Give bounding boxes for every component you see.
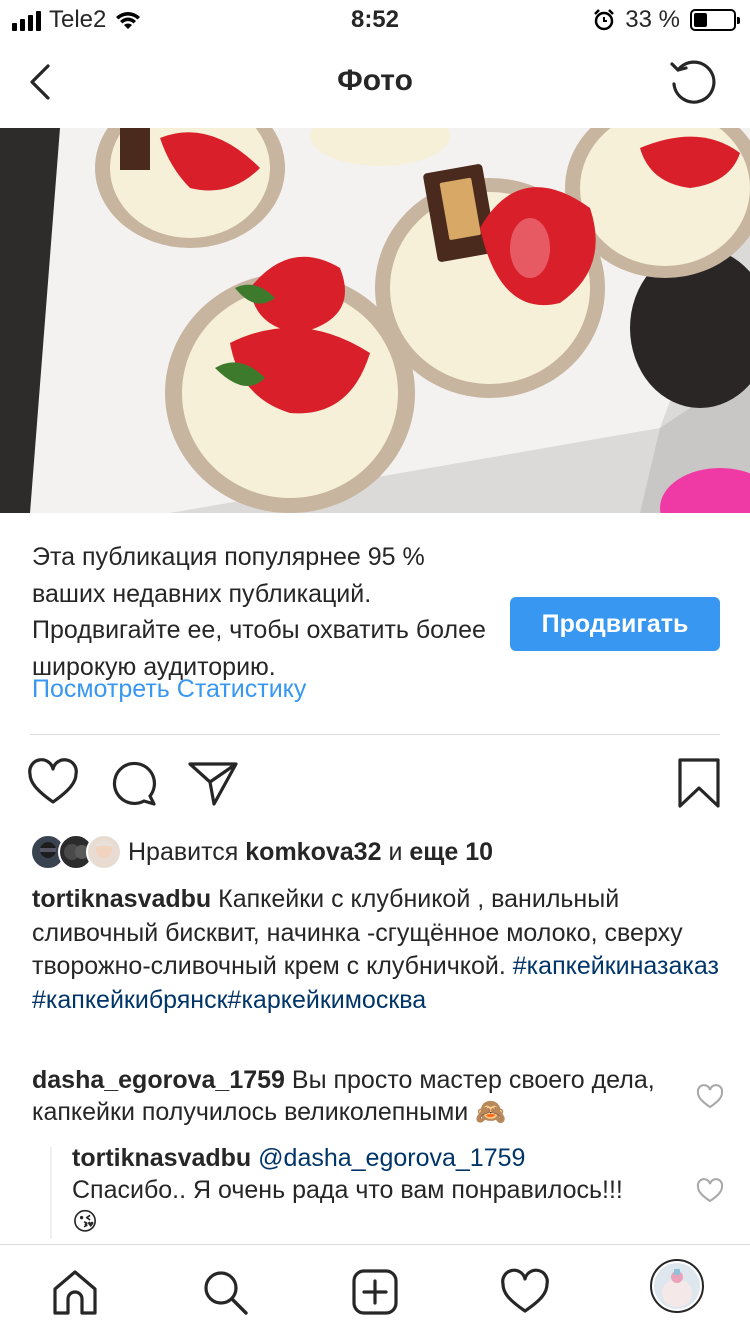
status-right: 33 %: [593, 6, 740, 34]
comment-username[interactable]: dasha_egorova_1759: [32, 1066, 285, 1094]
reply-text: Спасибо.. Я очень рада что вам понравило…: [72, 1176, 623, 1236]
divider: [30, 734, 720, 735]
comment-heart-icon[interactable]: [696, 1177, 724, 1205]
avatar: [654, 1263, 700, 1309]
chevron-left-icon[interactable]: [22, 60, 62, 104]
battery-icon: [690, 9, 740, 31]
activity-heart-icon[interactable]: [500, 1267, 550, 1317]
promo-section: Эта публикация популярнее 95 % ваших нед…: [0, 513, 750, 735]
refresh-icon[interactable]: [668, 58, 720, 110]
avatar: [86, 834, 122, 870]
heart-icon[interactable]: [26, 756, 80, 810]
reply-comment: tortiknasvadbu @dasha_egorova_1759 Спаси…: [72, 1142, 652, 1238]
cupcakes-photo: [0, 128, 750, 513]
status-bar: Tele2 8:52 33 %: [0, 0, 750, 40]
paper-plane-icon[interactable]: [186, 756, 240, 810]
post-photo[interactable]: [0, 128, 750, 513]
caption-username[interactable]: tortiknasvadbu: [32, 885, 211, 913]
likes-summary[interactable]: Нравится komkova32 и еще 10: [30, 828, 493, 876]
reply-thread-line: [50, 1147, 52, 1239]
comment-icon[interactable]: [106, 756, 160, 810]
tab-bar: [0, 1244, 750, 1334]
promo-text: Эта публикация популярнее 95 % ваших нед…: [32, 543, 486, 681]
search-icon[interactable]: [200, 1267, 250, 1317]
view-stats-link[interactable]: Посмотреть Статистику: [32, 675, 306, 704]
battery-fill: [694, 13, 707, 27]
page-title: Фото: [337, 64, 413, 97]
reply-mention[interactable]: @dasha_egorova_1759: [258, 1144, 525, 1172]
bookmark-icon[interactable]: [672, 756, 726, 810]
battery-percent: 33 %: [625, 6, 680, 33]
likes-connector: и: [388, 837, 403, 866]
add-post-icon[interactable]: [350, 1267, 400, 1317]
profile-avatar[interactable]: [650, 1259, 704, 1313]
likes-prefix: Нравится: [128, 837, 239, 866]
comment: dasha_egorova_1759 Вы просто мастер свое…: [32, 1064, 672, 1128]
reply-username[interactable]: tortiknasvadbu: [72, 1144, 251, 1172]
post-actions: [0, 756, 750, 816]
liker-avatars: [30, 834, 122, 870]
likes-user[interactable]: komkova32: [245, 838, 381, 867]
promote-button[interactable]: Продвигать: [510, 597, 720, 651]
alarm-icon: [594, 9, 615, 31]
home-icon[interactable]: [50, 1267, 100, 1317]
nav-header: Фото: [0, 40, 750, 128]
post-caption: tortiknasvadbu Капкейки с клубникой , ва…: [32, 883, 722, 1017]
likes-more[interactable]: еще 10: [409, 838, 493, 867]
comment-heart-icon[interactable]: [696, 1083, 724, 1111]
